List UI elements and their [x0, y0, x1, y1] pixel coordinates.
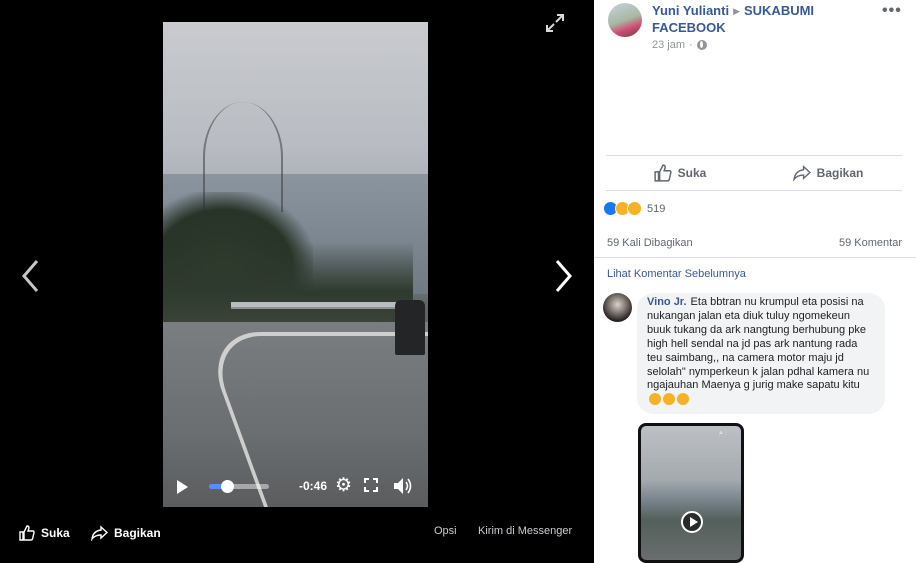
video-frame-hillside — [163, 242, 413, 332]
reactions-summary[interactable]: 519 — [603, 201, 665, 216]
share-button[interactable]: Bagikan — [754, 156, 902, 190]
viewer-like-button[interactable]: Suka — [19, 525, 70, 541]
viewer-share-label: Bagikan — [114, 526, 161, 540]
video-frame-people — [395, 300, 425, 355]
commenter-avatar[interactable] — [603, 293, 632, 322]
like-button[interactable]: Suka — [606, 156, 754, 190]
expand-icon[interactable] — [544, 12, 566, 34]
comment-count[interactable]: 59 Komentar — [839, 237, 902, 249]
fullscreen-icon[interactable] — [364, 478, 378, 492]
share-count[interactable]: 59 Kali Dibagikan — [607, 237, 693, 249]
send-in-messenger-button[interactable]: Kirim di Messenger — [478, 525, 572, 537]
post-meta: 23 jam · — [652, 39, 707, 51]
thumbs-up-icon — [654, 164, 672, 182]
options-label: Opsi — [434, 525, 457, 537]
video-progress-bar[interactable] — [209, 480, 269, 493]
search-icon: ⌕ ⋮ — [719, 430, 727, 437]
share-label: Bagikan — [816, 166, 864, 180]
video-viewer: -0:46 ⚙ Suka Bagikan Opsi Kirim di Messe… — [0, 0, 594, 563]
comment-video-frame: ⌕ ⋮ — [641, 426, 741, 560]
options-button[interactable]: Opsi — [434, 525, 457, 537]
viewer-bottom-bar: Suka Bagikan Opsi Kirim di Messenger — [0, 515, 594, 549]
share-arrow-icon — [91, 525, 108, 541]
post-panel: Yuni Yulianti ▶ SUKABUMI FACEBOOK 23 jam ·… — [594, 0, 916, 563]
comment-text: Eta bbtran nu krumpul eta posisi na nuka… — [647, 296, 870, 392]
next-arrow-icon[interactable] — [548, 258, 578, 294]
view-previous-comments-link[interactable]: Lihat Komentar Sebelumnya — [607, 268, 746, 280]
viewer-like-label: Suka — [41, 526, 70, 540]
more-options-icon[interactable]: ••• — [882, 2, 902, 20]
play-icon[interactable] — [177, 480, 188, 494]
globe-icon — [696, 40, 707, 50]
commenter-name[interactable]: Vino Jr. — [647, 296, 687, 308]
video-time-remaining: -0:46 — [299, 479, 328, 493]
wow-reaction-icon — [627, 201, 642, 216]
volume-icon[interactable] — [392, 476, 414, 496]
gear-icon[interactable]: ⚙ — [335, 476, 352, 496]
laughing-emoji-icon — [649, 393, 661, 406]
post-header: Yuni Yulianti ▶ SUKABUMI FACEBOOK — [652, 3, 872, 36]
send-in-messenger-label: Kirim di Messenger — [478, 525, 573, 537]
comment-bubble: Vino Jr. Eta bbtran nu krumpul eta posisi… — [637, 293, 885, 415]
like-label: Suka — [677, 166, 707, 180]
divider — [594, 257, 916, 258]
play-icon[interactable] — [681, 511, 703, 533]
viewer-share-button[interactable]: Bagikan — [91, 525, 161, 541]
video-progress-knob[interactable] — [221, 480, 234, 493]
post-actions: Suka Bagikan — [606, 155, 902, 191]
arrow-right-icon: ▶ — [733, 6, 740, 16]
video-frame-guardrail — [231, 302, 396, 309]
laughing-emoji-icon — [677, 393, 689, 406]
laughing-emoji-icon — [663, 393, 675, 406]
reaction-count: 519 — [647, 202, 666, 215]
author-avatar[interactable] — [608, 3, 642, 37]
author-name[interactable]: Yuni Yulianti — [652, 3, 729, 18]
share-arrow-icon — [792, 165, 811, 182]
post-timestamp[interactable]: 23 jam — [652, 39, 685, 51]
video-controls: -0:46 ⚙ — [163, 466, 428, 507]
comment-video-thumbnail[interactable]: ⌕ ⋮ — [638, 423, 744, 563]
photo-viewer: -0:46 ⚙ Suka Bagikan Opsi Kirim di Messe… — [0, 0, 916, 563]
video-player[interactable] — [163, 22, 428, 507]
previous-arrow-icon[interactable] — [16, 258, 46, 294]
thumbs-up-icon — [19, 525, 35, 541]
